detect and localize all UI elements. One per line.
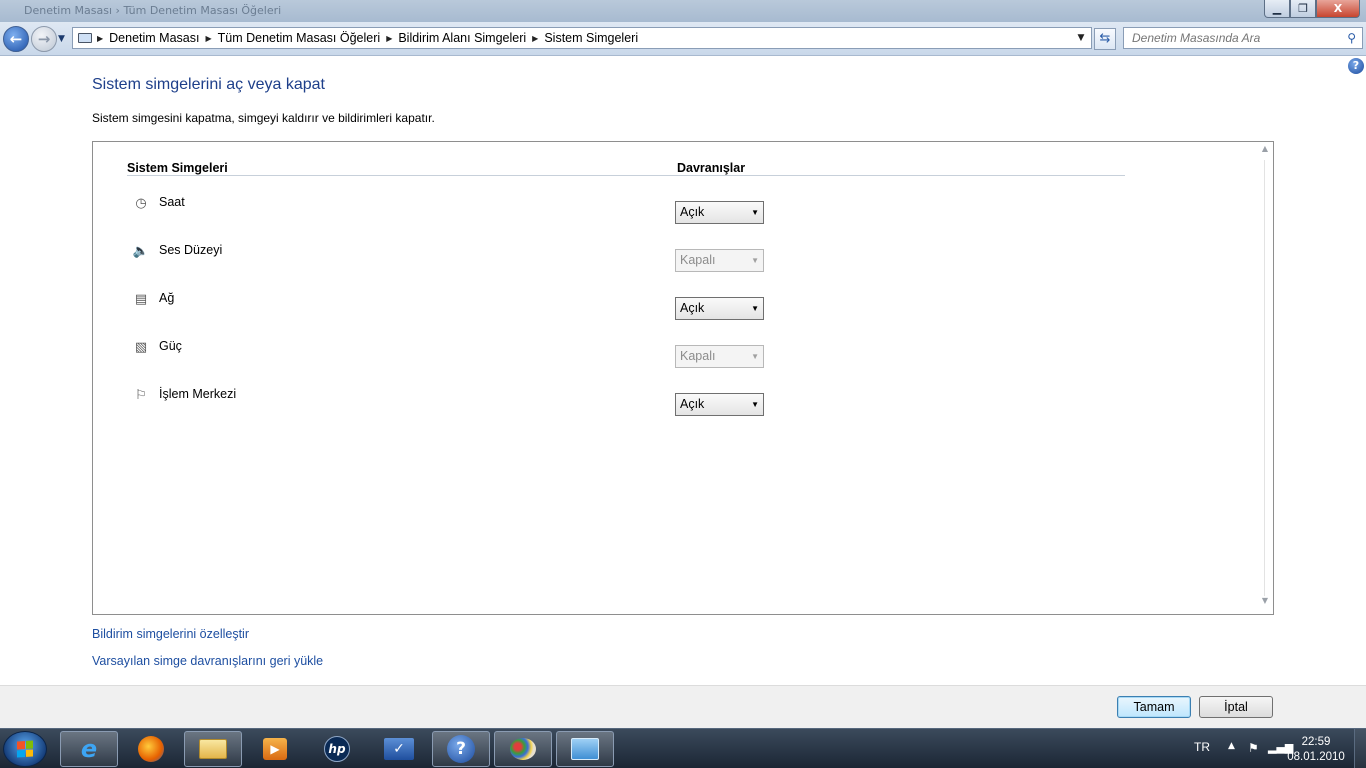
show-hidden-icons-icon[interactable]: ▲ bbox=[1228, 741, 1235, 751]
back-button[interactable]: ← bbox=[3, 26, 29, 52]
scroll-up-icon[interactable]: ▲ bbox=[1257, 144, 1273, 160]
select-value: Açık bbox=[680, 397, 705, 411]
row-label: Ağ bbox=[159, 291, 175, 305]
behavior-select-clock[interactable]: Açık ▼ bbox=[675, 201, 764, 224]
taskbar: e ▶ hp ✓ ? TR ▲ ⚑ ▂▄▆ 22:59 08.01.2010 bbox=[0, 728, 1366, 768]
help-icon[interactable]: ? bbox=[1348, 58, 1364, 74]
address-dropdown-icon[interactable]: ▼ bbox=[1071, 33, 1091, 43]
firefox-icon[interactable] bbox=[122, 731, 180, 767]
select-value: Kapalı bbox=[680, 349, 716, 363]
control-panel-monitor-icon bbox=[75, 28, 95, 48]
search-icon[interactable]: ⚲ bbox=[1347, 31, 1356, 45]
scroll-down-icon[interactable]: ▼ bbox=[1257, 596, 1273, 612]
row-label: Saat bbox=[159, 195, 185, 209]
speaker-icon: 🔈 bbox=[132, 243, 150, 259]
customize-notification-icons-link[interactable]: Bildirim simgelerini özelleştir bbox=[92, 627, 249, 641]
breadcrumb-notification-icons[interactable]: Bildirim Alanı Simgeleri bbox=[394, 31, 530, 45]
breadcrumb-system-icons[interactable]: Sistem Simgeleri bbox=[540, 31, 642, 45]
minimize-button[interactable]: ▁ bbox=[1264, 0, 1290, 18]
language-indicator[interactable]: TR bbox=[1194, 740, 1210, 754]
row-volume: 🔈 Ses Düzeyi Kapalı ▼ bbox=[93, 243, 1193, 283]
title-bar: Denetim Masası › Tüm Denetim Masası Öğel… bbox=[0, 0, 1366, 22]
clock-icon: ◷ bbox=[135, 195, 147, 211]
recent-pages-dropdown-icon[interactable]: ▼ bbox=[58, 34, 65, 44]
control-panel-icon[interactable] bbox=[556, 731, 614, 767]
row-label: İşlem Merkezi bbox=[159, 387, 237, 401]
search-box: ⚲ bbox=[1123, 27, 1363, 49]
action-center-flag-icon: ⚐ bbox=[135, 387, 147, 403]
search-input[interactable] bbox=[1124, 28, 1334, 48]
explorer-folder-icon[interactable] bbox=[184, 731, 242, 767]
window-title: Denetim Masası › Tüm Denetim Masası Öğel… bbox=[24, 4, 282, 17]
page-description: Sistem simgesini kapatma, simgeyi kaldır… bbox=[92, 111, 435, 125]
header-divider bbox=[127, 175, 1125, 176]
show-desktop-button[interactable] bbox=[1354, 729, 1366, 768]
chevron-right-icon[interactable]: ▶ bbox=[95, 34, 105, 43]
row-network: ▤ Ağ Açık ▼ bbox=[93, 291, 1193, 331]
checkmark-app-icon[interactable]: ✓ bbox=[370, 731, 428, 767]
row-clock: ◷ Saat Açık ▼ bbox=[93, 195, 1193, 235]
select-value: Açık bbox=[680, 301, 705, 315]
scroll-track[interactable] bbox=[1264, 160, 1265, 596]
breadcrumb-control-panel[interactable]: Denetim Masası bbox=[105, 31, 203, 45]
breadcrumb-all-items[interactable]: Tüm Denetim Masası Öğeleri bbox=[214, 31, 385, 45]
behavior-select-volume: Kapalı ▼ bbox=[675, 249, 764, 272]
media-player-icon[interactable]: ▶ bbox=[246, 731, 304, 767]
maximize-button[interactable]: ❐ bbox=[1290, 0, 1316, 18]
internet-explorer-icon[interactable]: e bbox=[60, 731, 118, 767]
address-bar[interactable]: ▶ Denetim Masası ▶ Tüm Denetim Masası Öğ… bbox=[72, 27, 1092, 49]
system-tray: TR ▲ ⚑ ▂▄▆ 22:59 08.01.2010 bbox=[1166, 729, 1366, 768]
network-icon: ▤ bbox=[134, 291, 148, 307]
cancel-button[interactable]: İptal bbox=[1199, 696, 1273, 718]
dropdown-arrow-icon: ▼ bbox=[751, 400, 759, 409]
behavior-select-power: Kapalı ▼ bbox=[675, 345, 764, 368]
help-app-icon[interactable]: ? bbox=[432, 731, 490, 767]
window-controls: ▁ ❐ X bbox=[1264, 0, 1360, 18]
windows-logo-icon bbox=[17, 740, 33, 758]
power-icon: ▧ bbox=[134, 339, 148, 355]
dialog-button-bar: Tamam İptal bbox=[0, 685, 1366, 728]
chevron-right-icon[interactable]: ▶ bbox=[384, 34, 394, 43]
forward-button[interactable]: → bbox=[31, 26, 57, 52]
dropdown-arrow-icon: ▼ bbox=[751, 304, 759, 313]
clock-date: 08.01.2010 bbox=[1287, 751, 1345, 763]
dropdown-arrow-icon: ▼ bbox=[751, 352, 759, 361]
select-value: Açık bbox=[680, 205, 705, 219]
refresh-button[interactable]: ⇆ bbox=[1094, 28, 1116, 50]
row-action-center: ⚐ İşlem Merkezi Açık ▼ bbox=[93, 387, 1193, 427]
column-header-behaviors: Davranışlar bbox=[677, 161, 746, 175]
behavior-select-action-center[interactable]: Açık ▼ bbox=[675, 393, 764, 416]
restore-default-behaviors-link[interactable]: Varsayılan simge davranışlarını geri yük… bbox=[92, 654, 323, 668]
action-center-flag-icon[interactable]: ⚑ bbox=[1248, 741, 1259, 755]
row-power: ▧ Güç Kapalı ▼ bbox=[93, 339, 1193, 379]
navigation-bar: ← → ▼ ▶ Denetim Masası ▶ Tüm Denetim Mas… bbox=[0, 22, 1366, 56]
row-label: Güç bbox=[159, 339, 182, 353]
system-icons-panel: Sistem Simgeleri Davranışlar ◷ Saat Açık… bbox=[92, 141, 1274, 615]
vertical-scrollbar[interactable]: ▲ ▼ bbox=[1257, 142, 1273, 614]
column-header-system-icons: Sistem Simgeleri bbox=[127, 161, 228, 175]
clock[interactable]: 22:59 08.01.2010 bbox=[1286, 735, 1346, 765]
chevron-right-icon[interactable]: ▶ bbox=[203, 34, 213, 43]
dropdown-arrow-icon: ▼ bbox=[751, 208, 759, 217]
behavior-select-network[interactable]: Açık ▼ bbox=[675, 297, 764, 320]
start-button[interactable] bbox=[3, 731, 47, 767]
page-title: Sistem simgelerini aç veya kapat bbox=[92, 76, 325, 93]
chevron-right-icon[interactable]: ▶ bbox=[530, 34, 540, 43]
row-label: Ses Düzeyi bbox=[159, 243, 223, 257]
dropdown-arrow-icon: ▼ bbox=[751, 256, 759, 265]
close-button[interactable]: X bbox=[1316, 0, 1360, 18]
paint-icon[interactable] bbox=[494, 731, 552, 767]
select-value: Kapalı bbox=[680, 253, 716, 267]
ok-button[interactable]: Tamam bbox=[1117, 696, 1191, 718]
hp-icon[interactable]: hp bbox=[308, 731, 366, 767]
clock-time: 22:59 bbox=[1301, 736, 1331, 748]
